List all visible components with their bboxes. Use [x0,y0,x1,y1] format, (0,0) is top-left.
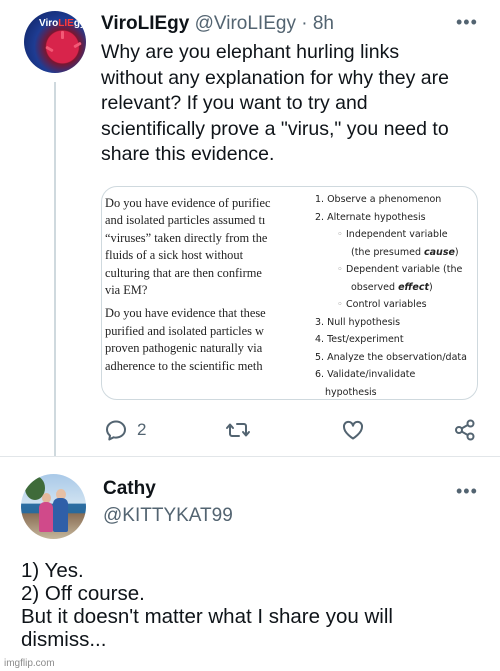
more-icon[interactable]: ••• [456,13,478,31]
question-line: Do you have evidence of purifiec [105,196,271,210]
scientific-method-steps: 1. Observe a phenomenon 2. Alternate hyp… [315,191,475,399]
reply-handle[interactable]: @KITTYKAT99 [103,505,233,527]
step-subitem: ◦ Dependent variable (the [337,264,463,275]
header-separator: · [295,13,313,34]
reply-text-line: But it doesn't matter what I share you w… [21,605,393,628]
reply-count: 2 [137,420,147,439]
step-item: 2. Alternate hypothesis [315,211,426,223]
tweet-actions: 2 [101,418,481,444]
question-line: purified and isolated particles w [105,323,264,338]
evidence-questions: Do you have evidence of purifiec and iso… [105,195,293,395]
step-item: 3. Null hypothesis [315,316,401,328]
tweet-text-line: relevant? If you want to try and [101,92,368,114]
author-handle[interactable]: @ViroLIEgy [195,13,296,34]
attached-image[interactable]: Do you have evidence of purifiec and iso… [101,186,478,400]
tweet-text-line: without any explanation for why they are [101,66,449,89]
tweet-header: ViroLIEgy @ViroLIEgy · 8h [101,12,334,36]
share-icon [453,418,477,442]
avatar-brand-text: ViroLIEgy [39,18,86,29]
avatar-photo-person [53,498,68,532]
question-line: “viruses” taken directly from the [105,230,268,245]
thread-line [54,82,56,457]
reply-icon [104,418,128,442]
reply-author-avatar[interactable] [21,474,86,539]
virus-spike [45,45,54,53]
step-subitem-cont: (the presumed cause) [351,246,459,258]
reply-text-line: dismiss... [21,628,107,651]
question-line: adherence to the scientific meth [105,358,263,373]
step-item: 6. Validate/invalidate [315,369,416,380]
step-subitem: ◦ Independent variable [337,229,448,240]
question-line: Do you have evidence that these [105,306,266,321]
reply-display-name[interactable]: Cathy [103,478,156,500]
more-icon[interactable]: ••• [456,482,478,500]
step-item: 5. Analyze the observation/data [315,351,467,363]
author-display-name[interactable]: ViroLIEgy [101,13,189,34]
original-tweet[interactable]: ViroLIEgy ViroLIEgy @ViroLIEgy · 8h ••• … [0,0,500,457]
like-icon [341,418,365,442]
question-line: fluids of a sick host without [105,248,244,263]
reply-button[interactable]: 2 [104,418,146,442]
retweet-icon [225,418,251,442]
tweet-text-line: Why are you elephant hurling links [101,41,400,63]
step-item: 1. Observe a phenomenon [315,194,442,205]
like-button[interactable] [341,418,365,442]
reply-tweet[interactable]: Cathy ••• @KITTYKAT99 1) Yes. 2) Off cou… [0,457,500,671]
retweet-button[interactable] [225,418,251,442]
question-line: proven pathogenic naturally via [105,341,263,356]
question-line: and isolated particles assumed tı [105,213,266,228]
reply-text-line: 1) Yes. [21,559,84,582]
tweet-text-line: share this evidence. [101,143,275,165]
author-avatar[interactable]: ViroLIEgy [24,11,86,73]
virus-spike [73,41,82,49]
step-item-cont: hypothesis [325,386,377,398]
imgflip-watermark: imgflip.com [4,658,55,669]
avatar-photo-person [39,502,53,532]
reply-text: 1) Yes. 2) Off course. But it doesn't ma… [21,559,491,651]
question-line: culturing that are then confirme [105,265,262,280]
virus-spike [61,31,64,39]
question-line: via EM? [105,283,148,298]
step-subitem: ◦ Control variables [337,299,427,310]
tweet-timestamp[interactable]: 8h [313,13,334,34]
tweet-text: Why are you elephant hurling links witho… [101,40,491,168]
tweet-text-line: scientifically prove a "virus," you need… [101,117,449,140]
reply-text-line: 2) Off course. [21,582,145,605]
share-button[interactable] [453,418,477,442]
step-item: 4. Test/experiment [315,334,404,345]
step-subitem-cont: observed effect) [351,281,433,293]
